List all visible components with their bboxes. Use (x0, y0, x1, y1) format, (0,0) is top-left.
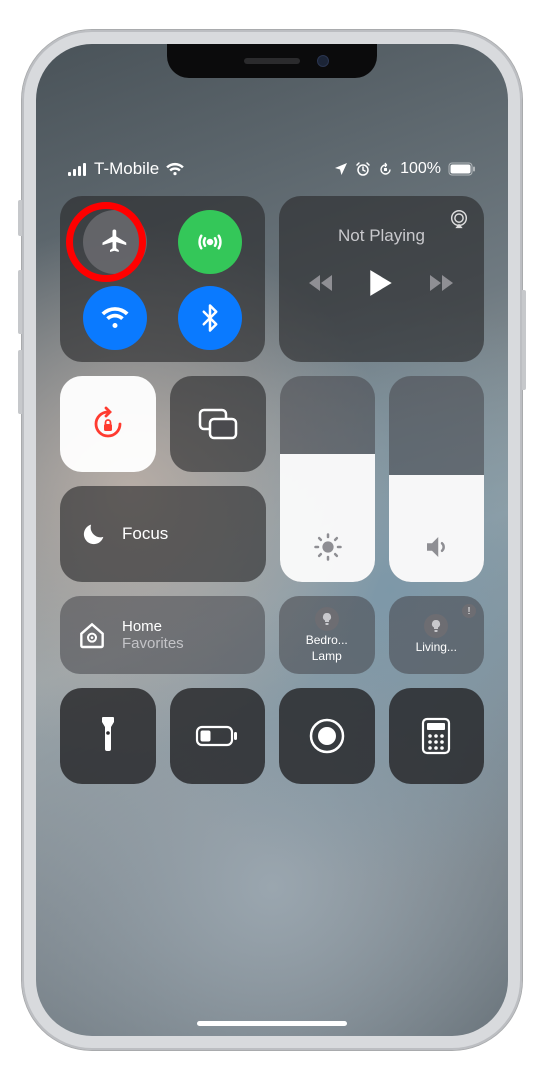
volume-slider[interactable] (389, 376, 484, 582)
status-bar: T-Mobile 100% (36, 159, 508, 179)
orientation-lock-button[interactable] (60, 376, 156, 472)
flashlight-icon (97, 716, 119, 756)
accessory-bedroom-lamp[interactable]: Bedro... Lamp (279, 596, 375, 674)
cellular-signal-icon (68, 162, 88, 176)
bluetooth-icon (195, 303, 225, 333)
media-module[interactable]: Not Playing (279, 196, 484, 362)
airplane-icon (100, 227, 130, 257)
focus-label: Focus (122, 524, 168, 544)
location-icon (334, 162, 348, 176)
mute-switch (18, 200, 22, 236)
control-center: Not Playing (60, 196, 484, 1006)
home-title: Home (122, 618, 184, 635)
battery-percentage: 100% (400, 160, 441, 178)
connectivity-module[interactable] (60, 196, 265, 362)
battery-icon (448, 162, 476, 176)
airplay-icon[interactable] (448, 208, 470, 230)
notch (167, 44, 377, 78)
carrier-label: T-Mobile (94, 159, 159, 179)
antenna-icon (195, 227, 225, 257)
bulb-icon (424, 614, 448, 638)
accessory-label-1: Bedro... (306, 633, 348, 647)
flashlight-button[interactable] (60, 688, 156, 784)
focus-button[interactable]: Focus (60, 486, 266, 582)
forward-button[interactable] (426, 273, 454, 293)
calculator-button[interactable] (389, 688, 485, 784)
screen: T-Mobile 100% (36, 44, 508, 1036)
wifi-icon (100, 303, 130, 333)
warning-badge-icon: ! (462, 604, 476, 618)
media-title: Not Playing (295, 226, 468, 246)
cellular-data-button[interactable] (178, 210, 242, 274)
brightness-icon (280, 532, 375, 562)
record-icon (307, 716, 347, 756)
screen-mirroring-icon (197, 407, 239, 441)
screen-mirroring-button[interactable] (170, 376, 266, 472)
phone-frame: T-Mobile 100% (22, 30, 522, 1050)
accessory-living[interactable]: ! Living... (389, 596, 485, 674)
airplane-mode-button[interactable] (83, 210, 147, 274)
screen-record-button[interactable] (279, 688, 375, 784)
volume-up-button (18, 270, 22, 334)
side-button (522, 290, 526, 390)
battery-low-icon (195, 724, 239, 748)
alarm-icon (355, 162, 371, 176)
bluetooth-button[interactable] (178, 286, 242, 350)
rewind-button[interactable] (308, 273, 336, 293)
home-icon (76, 619, 108, 651)
wifi-status-icon (165, 162, 185, 176)
home-subtitle: Favorites (122, 635, 184, 652)
accessory-label-1: Living... (416, 640, 457, 654)
home-indicator[interactable] (197, 1021, 347, 1026)
moon-icon (80, 520, 108, 548)
front-camera (317, 55, 329, 67)
accessory-label-2: Lamp (312, 649, 342, 663)
bulb-icon (315, 607, 339, 631)
volume-down-button (18, 350, 22, 414)
play-button[interactable] (368, 268, 394, 298)
wifi-button[interactable] (83, 286, 147, 350)
speaker-grille (244, 58, 300, 64)
calculator-icon (421, 717, 451, 755)
orientation-lock-status-icon (378, 162, 393, 177)
low-power-mode-button[interactable] (170, 688, 266, 784)
orientation-lock-icon (88, 404, 128, 444)
home-button[interactable]: Home Favorites (60, 596, 265, 674)
brightness-slider[interactable] (280, 376, 375, 582)
volume-icon (389, 532, 484, 562)
